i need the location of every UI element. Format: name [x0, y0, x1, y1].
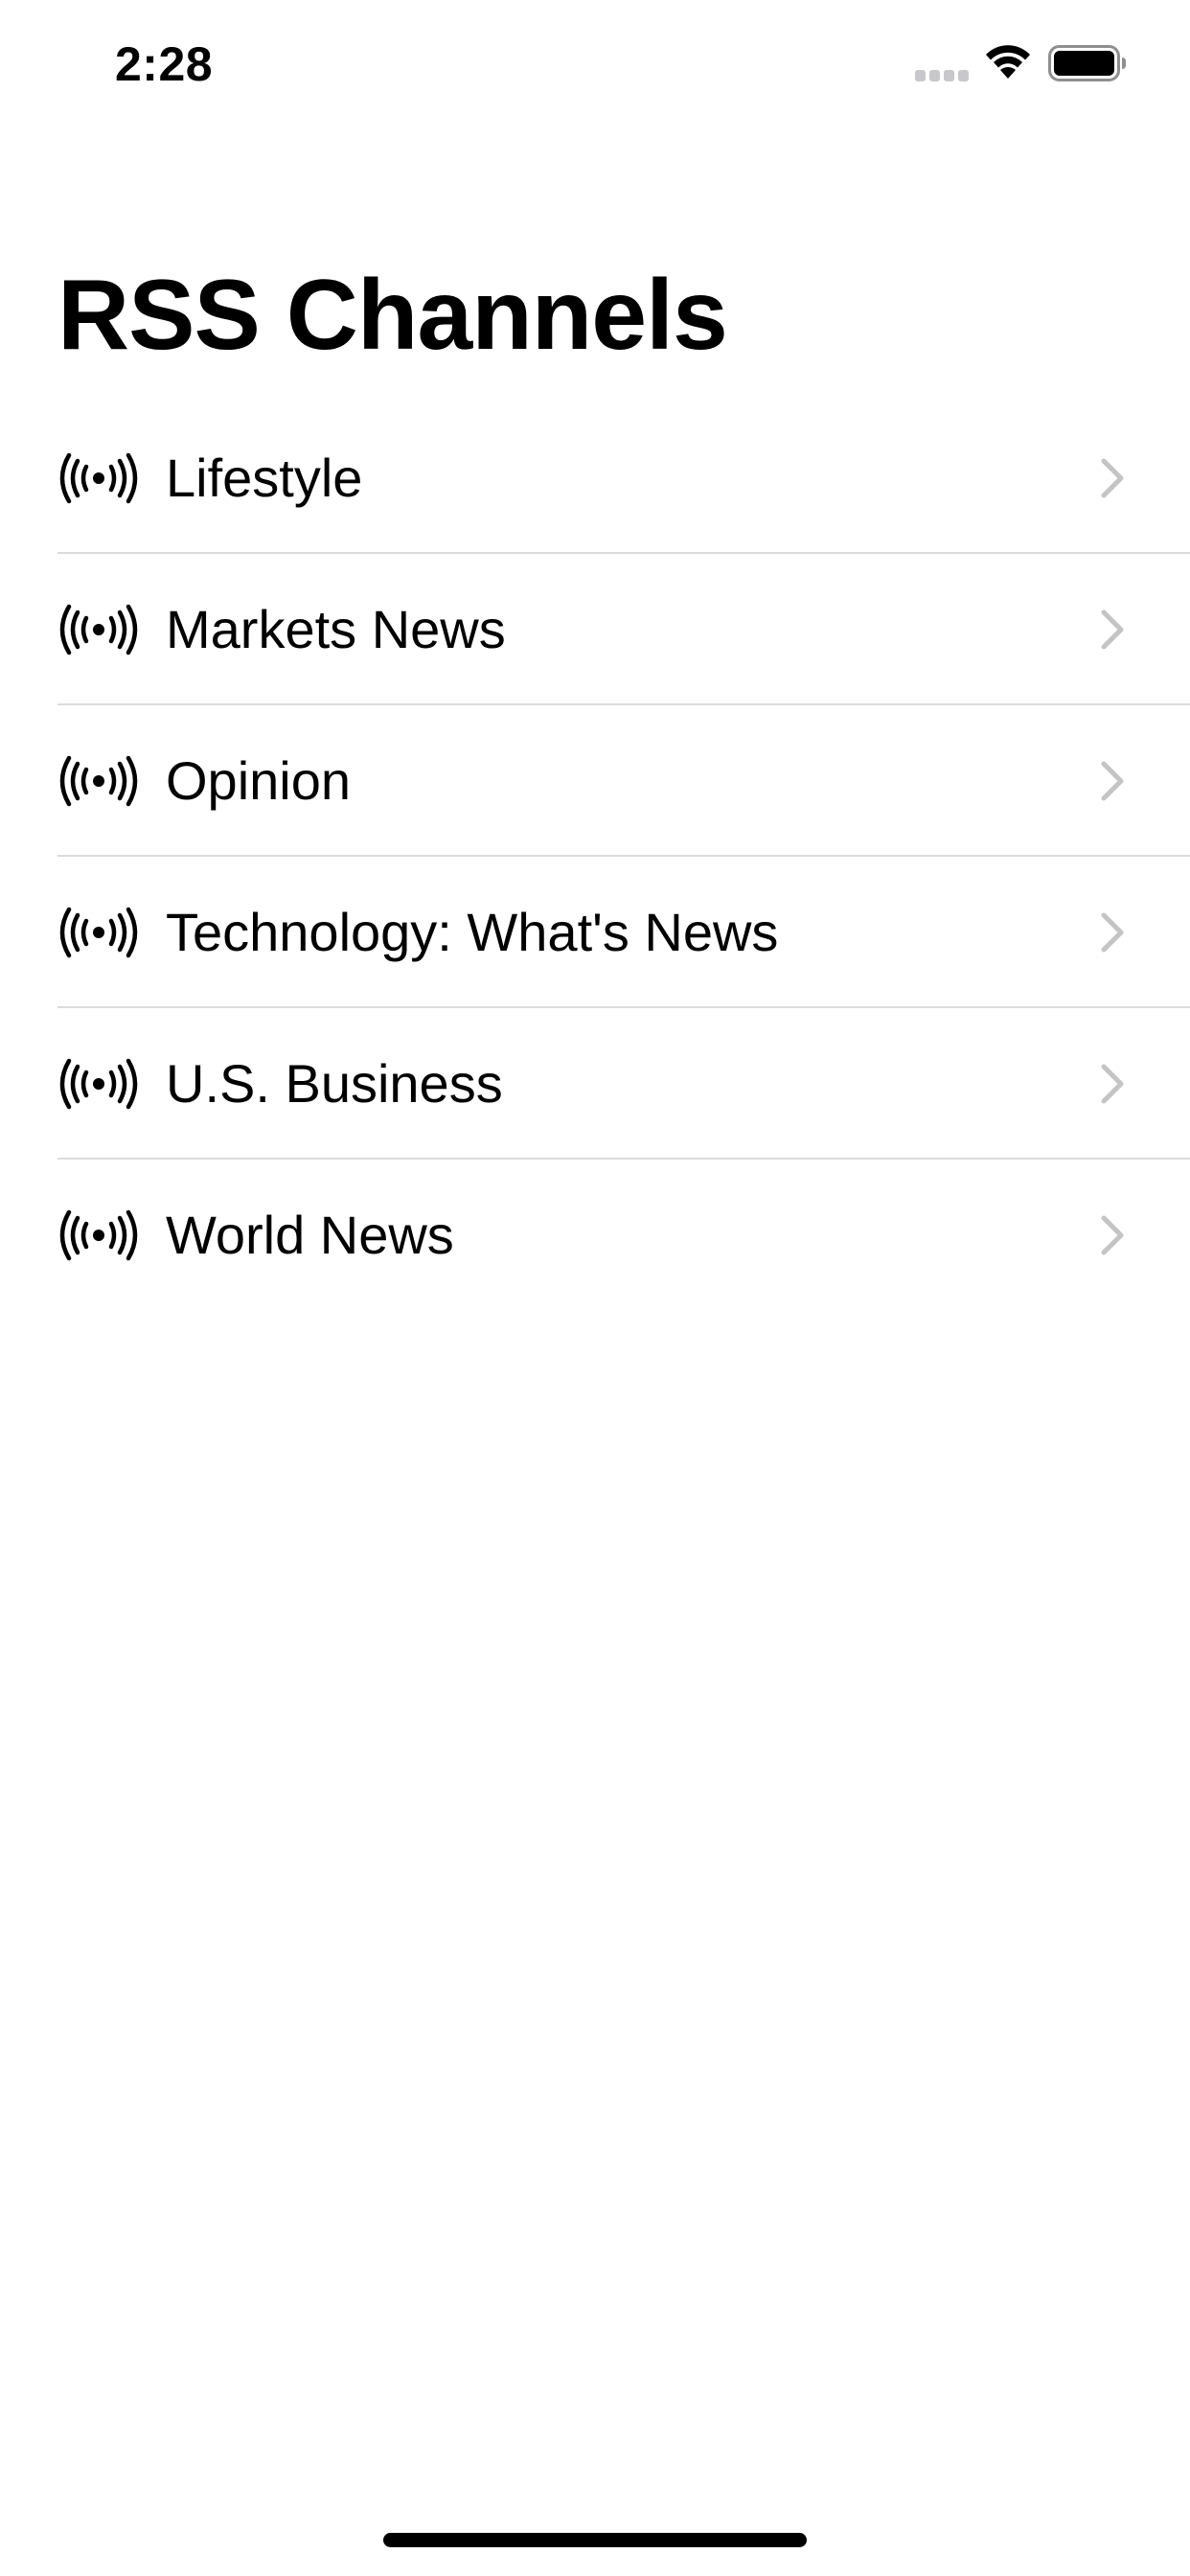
status-bar: 2:28 — [0, 0, 1190, 126]
channel-label: Markets News — [166, 599, 506, 659]
chevron-right-icon — [1101, 761, 1124, 801]
broadcast-icon — [59, 1058, 138, 1110]
channel-label: Technology: What's News — [166, 902, 779, 962]
status-time: 2:28 — [115, 37, 214, 91]
channel-label: Opinion — [166, 750, 352, 811]
channel-row-us-business[interactable]: U.S. Business — [0, 1008, 1190, 1160]
channel-label: Lifestyle — [166, 448, 363, 508]
broadcast-icon — [59, 907, 138, 958]
channel-row-technology[interactable]: Technology: What's News — [0, 857, 1190, 1008]
broadcast-icon — [59, 1209, 138, 1261]
chevron-right-icon — [1101, 1064, 1124, 1104]
channel-row-markets-news[interactable]: Markets News — [0, 554, 1190, 705]
channel-row-lifestyle[interactable]: Lifestyle — [0, 402, 1190, 554]
battery-icon — [1048, 45, 1126, 81]
channel-row-opinion[interactable]: Opinion — [0, 705, 1190, 857]
chevron-right-icon — [1101, 1215, 1124, 1255]
broadcast-icon — [59, 755, 138, 807]
screen: 2:28 RSS Channels Lifestyle Markets News… — [0, 0, 1190, 2576]
channel-row-world-news[interactable]: World News — [0, 1160, 1190, 1311]
chevron-right-icon — [1101, 610, 1124, 650]
broadcast-icon — [59, 452, 138, 504]
chevron-right-icon — [1101, 458, 1124, 498]
channel-label: U.S. Business — [166, 1053, 503, 1114]
wifi-icon — [986, 45, 1030, 79]
channel-list: Lifestyle Markets News Opinion Technolog… — [0, 402, 1190, 1311]
page-title: RSS Channels — [57, 260, 728, 371]
broadcast-icon — [59, 604, 138, 656]
home-indicator[interactable] — [383, 2533, 807, 2547]
channel-label: World News — [166, 1205, 454, 1265]
cellular-signal-icon — [915, 70, 969, 81]
chevron-right-icon — [1101, 912, 1124, 953]
